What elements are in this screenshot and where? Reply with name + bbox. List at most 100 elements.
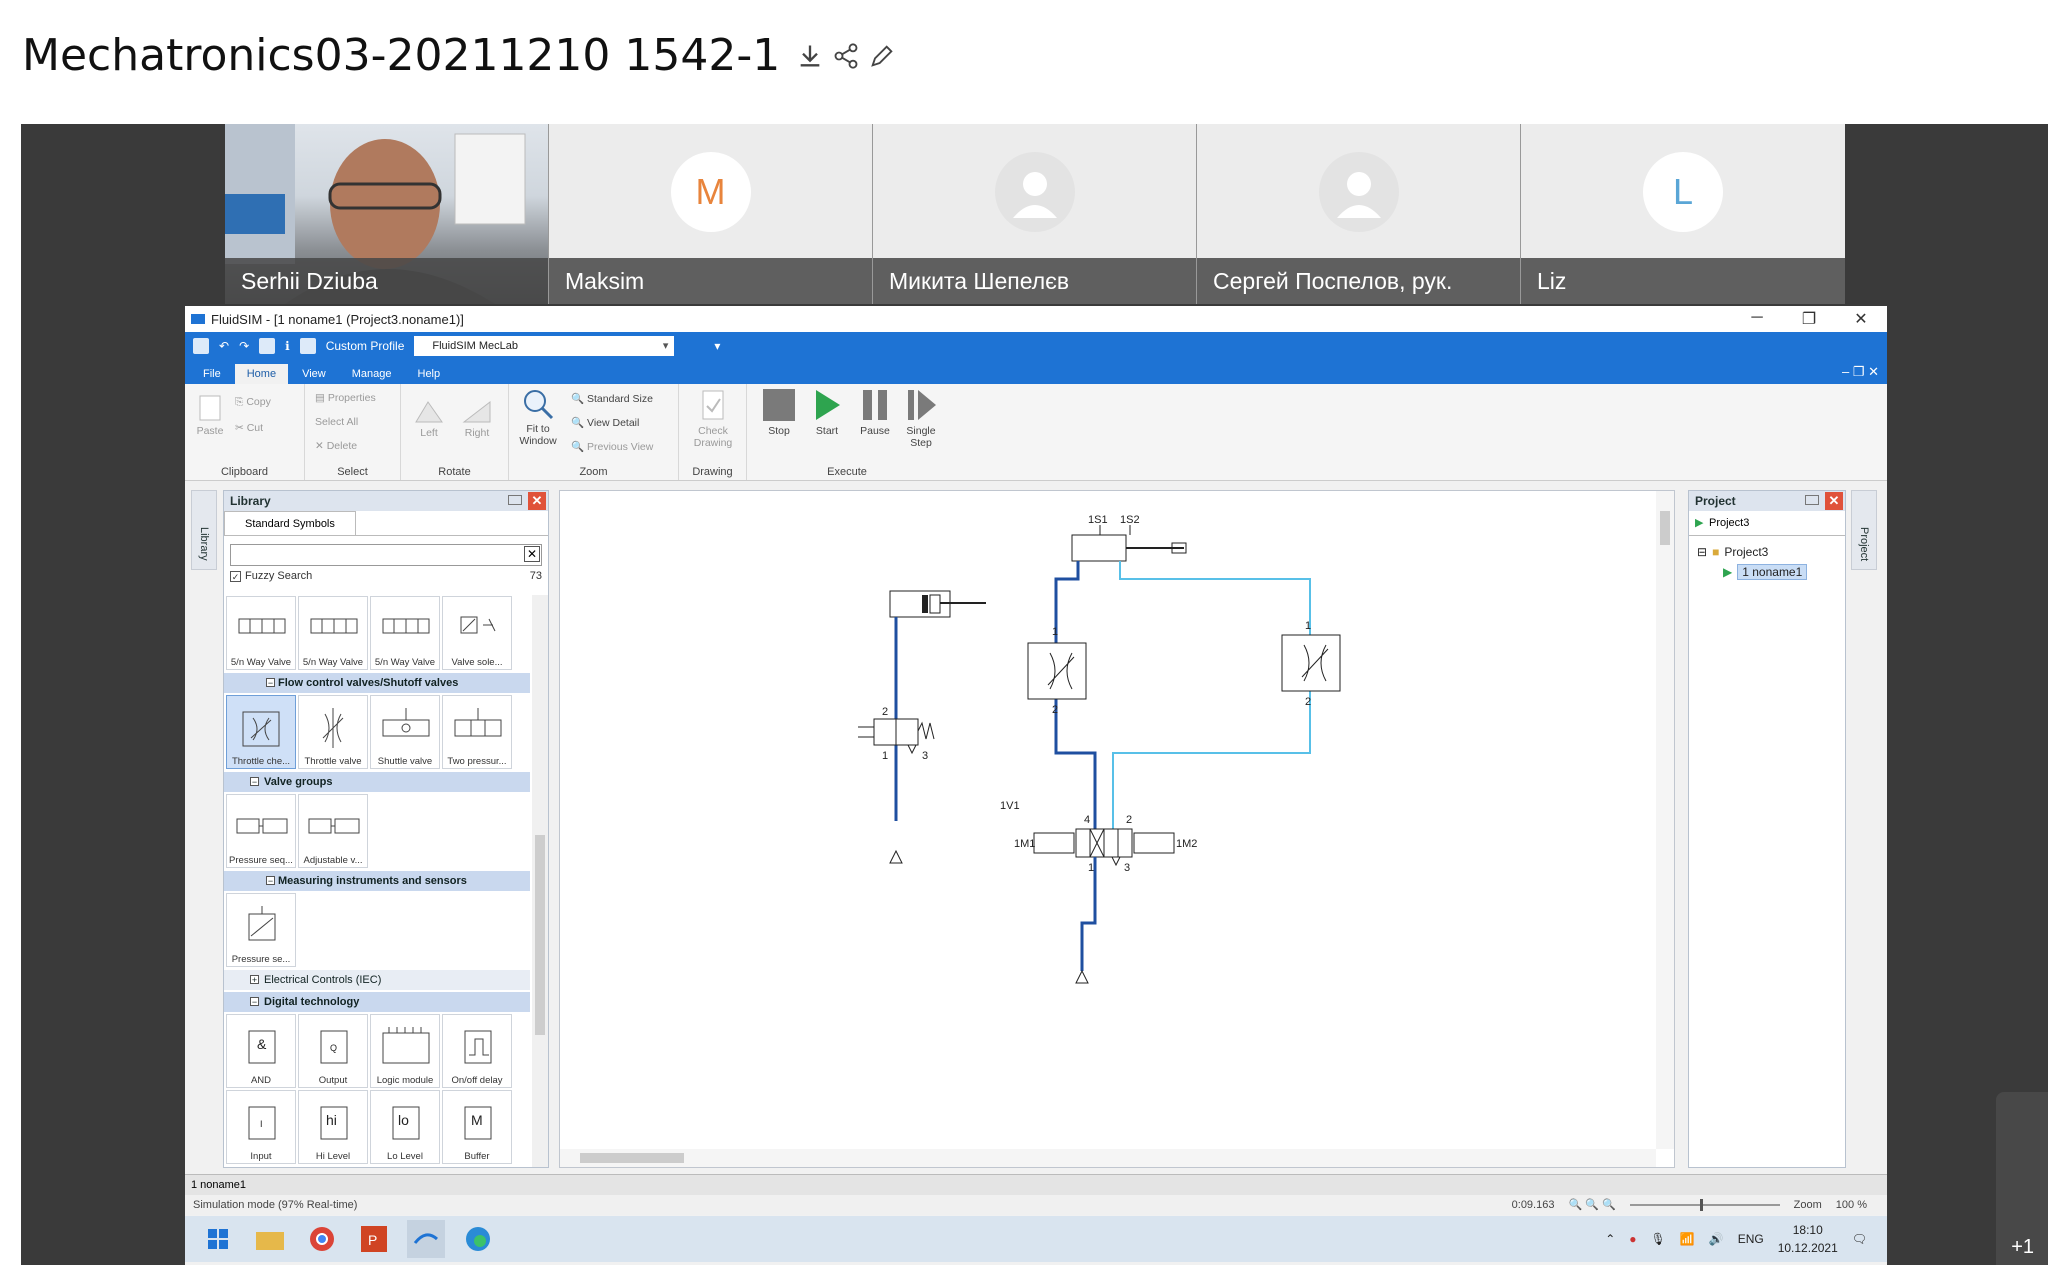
library-item[interactable]: Throttle valve <box>298 695 368 769</box>
tray-app-icon[interactable]: ● <box>1629 1232 1636 1246</box>
network-icon[interactable]: 📶 <box>1680 1232 1695 1246</box>
category-valve-groups[interactable]: − Valve groups <box>224 772 530 792</box>
copy-button[interactable]: ⎘ Copy <box>235 396 271 409</box>
rotate-left-button[interactable]: Left <box>411 398 447 439</box>
library-side-tab[interactable]: Library <box>191 490 217 570</box>
edge-icon[interactable] <box>459 1220 497 1258</box>
document-icon[interactable] <box>259 337 276 354</box>
select-all-button[interactable]: Select All <box>315 416 358 428</box>
microphone-icon[interactable]: 🎙 <box>1651 1232 1666 1246</box>
library-item[interactable]: Pressure seq... <box>226 794 296 868</box>
library-item[interactable]: hi Hi Level <box>298 1090 368 1164</box>
library-item[interactable]: & AND <box>226 1014 296 1088</box>
cut-button[interactable]: ✂ Cut <box>235 422 263 434</box>
library-item[interactable]: Q Output <box>298 1014 368 1088</box>
tab-help[interactable]: Help <box>406 364 453 384</box>
tab-standard-symbols[interactable]: Standard Symbols <box>224 511 356 535</box>
powerpoint-icon[interactable]: P <box>355 1220 393 1258</box>
customize-icon[interactable]: ▾ <box>714 339 720 353</box>
pin-icon[interactable] <box>1805 495 1819 505</box>
window-icon[interactable] <box>299 337 316 354</box>
pointer-icon[interactable]: ℹ <box>285 339 290 353</box>
mdi-controls-icon[interactable]: – ❐ ✕ <box>1834 360 1887 384</box>
minimize-icon[interactable]: ─ <box>1731 309 1783 329</box>
save-icon[interactable] <box>193 337 209 354</box>
library-item[interactable]: Shuttle valve <box>370 695 440 769</box>
previous-view-button[interactable]: 🔍 Previous View <box>571 440 653 453</box>
pause-button[interactable]: Pause <box>855 388 895 437</box>
fuzzy-search-checkbox[interactable]: ✓ <box>230 570 241 582</box>
profile-select[interactable]: FluidSIM MecLab <box>414 335 675 356</box>
tab-home[interactable]: Home <box>234 364 289 384</box>
stop-button[interactable]: Stop <box>759 388 799 437</box>
properties-button[interactable]: ▤ Properties <box>315 392 376 404</box>
participant-tile[interactable]: L Liz <box>1521 124 1845 304</box>
library-search-input[interactable]: ✕ <box>230 544 542 566</box>
paste-button[interactable]: Paste <box>193 392 227 437</box>
library-scrollbar[interactable] <box>532 595 548 1167</box>
fit-to-window-button[interactable]: Fit to Window <box>515 388 561 447</box>
close-panel-icon[interactable]: ✕ <box>1825 492 1843 510</box>
share-icon[interactable] <box>832 30 860 81</box>
fluidsim-taskbar-icon[interactable] <box>407 1220 445 1258</box>
canvas-vertical-scrollbar[interactable] <box>1656 491 1674 1149</box>
tab-view[interactable]: View <box>290 364 338 384</box>
project-tab[interactable]: ▶ Project3 <box>1689 511 1845 536</box>
chrome-icon[interactable] <box>303 1220 341 1258</box>
library-item[interactable]: 5/n Way Valve <box>370 596 440 670</box>
library-item[interactable]: Valve sole... <box>442 596 512 670</box>
library-item[interactable]: Adjustable v... <box>298 794 368 868</box>
notifications-icon[interactable]: 🗨 <box>1852 1232 1867 1246</box>
library-item[interactable]: 5/n Way Valve <box>226 596 296 670</box>
edit-icon[interactable] <box>868 30 896 81</box>
participant-tile[interactable]: Микита Шепелєв <box>873 124 1197 304</box>
library-item[interactable]: Logic module <box>370 1014 440 1088</box>
library-item[interactable]: 5/n Way Valve <box>298 596 368 670</box>
tab-file[interactable]: File <box>191 364 233 384</box>
start-menu-icon[interactable] <box>199 1220 237 1258</box>
input-language[interactable]: ENG <box>1738 1232 1764 1246</box>
more-participants-count[interactable]: +1 <box>2011 1236 2034 1259</box>
participant-tile[interactable]: M Maksim <box>549 124 873 304</box>
zoom-slider[interactable] <box>1629 1199 1780 1211</box>
pin-icon[interactable] <box>508 495 522 505</box>
volume-icon[interactable]: 🔊 <box>1709 1232 1724 1246</box>
restore-icon[interactable]: ❐ <box>1783 309 1835 329</box>
library-item[interactable]: On/off delay <box>442 1014 512 1088</box>
category-electrical[interactable]: + Electrical Controls (IEC) <box>224 970 530 990</box>
canvas-horizontal-scrollbar[interactable] <box>560 1149 1656 1167</box>
clock[interactable]: 18:10 10.12.2021 <box>1778 1221 1838 1257</box>
category-digital[interactable]: − Digital technology <box>224 992 530 1012</box>
participant-tile[interactable]: Serhii Dziuba <box>225 124 549 304</box>
view-detail-button[interactable]: 🔍 View Detail <box>571 416 639 429</box>
start-button[interactable]: Start <box>807 388 847 437</box>
redo-icon[interactable]: ↷ <box>239 339 249 353</box>
check-drawing-button[interactable]: Check Drawing <box>693 388 733 449</box>
category-flow-control[interactable]: − Flow control valves/Shutoff valves <box>224 673 530 693</box>
project-side-tab[interactable]: Project <box>1851 490 1877 570</box>
undo-icon[interactable]: ↶ <box>219 339 229 353</box>
zoom-icons[interactable]: 🔍 🔍 🔍 <box>1568 1195 1615 1215</box>
library-item-selected[interactable]: Throttle che... <box>226 695 296 769</box>
library-item[interactable]: lo Lo Level <box>370 1090 440 1164</box>
participant-tile[interactable]: Сергей Поспелов, рук. <box>1197 124 1521 304</box>
clear-search-icon[interactable]: ✕ <box>524 546 540 562</box>
document-tab[interactable]: 1 noname1 <box>191 1179 246 1191</box>
library-item[interactable]: I Input <box>226 1090 296 1164</box>
tree-node-project[interactable]: ⊟ ■ Project3 <box>1697 542 1837 562</box>
tray-chevron-icon[interactable]: ⌃ <box>1605 1232 1615 1246</box>
single-step-button[interactable]: Single Step <box>901 388 941 449</box>
library-item[interactable]: M Buffer <box>442 1090 512 1164</box>
standard-size-button[interactable]: 🔍 Standard Size <box>571 392 653 405</box>
file-explorer-icon[interactable] <box>251 1220 289 1258</box>
library-item[interactable]: Two pressur... <box>442 695 512 769</box>
close-icon[interactable]: ✕ <box>1835 309 1887 329</box>
library-item[interactable]: Pressure se... <box>226 893 296 967</box>
rotate-right-button[interactable]: Right <box>459 398 495 439</box>
close-panel-icon[interactable]: ✕ <box>528 492 546 510</box>
delete-button[interactable]: ✕ Delete <box>315 440 357 452</box>
category-measuring[interactable]: − Measuring instruments and sensors <box>224 871 530 891</box>
tree-node-document[interactable]: ▶ 1 noname1 <box>1697 562 1837 582</box>
download-icon[interactable] <box>796 30 824 81</box>
circuit-canvas[interactable]: 2 1 3 1S1 1S2 1 2 1 2 1V1 1M1 1M2 4 2 1 … <box>559 490 1675 1168</box>
